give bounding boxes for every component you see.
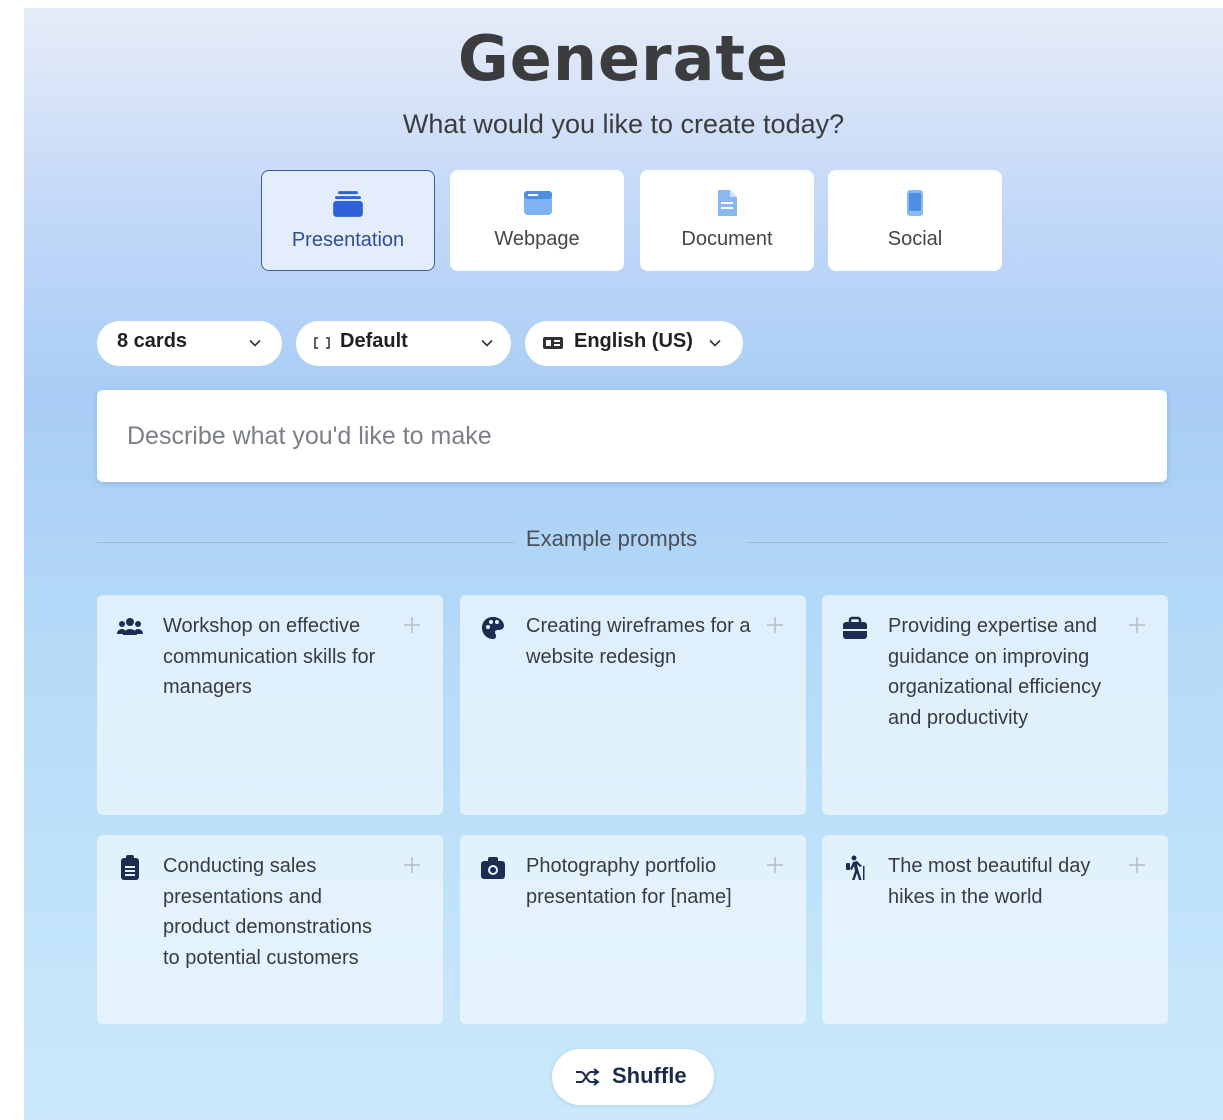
tab-presentation-label: Presentation (291, 229, 405, 251)
cards-count-dropdown[interactable]: 8 cards (97, 321, 282, 366)
example-card-text: The most beautiful day hikes in the worl… (888, 855, 1091, 908)
format-dropdown[interactable]: Default (296, 321, 511, 366)
example-card[interactable]: Conducting sales presentations and produ… (97, 835, 443, 1024)
briefcase-icon (843, 616, 867, 639)
palette-icon (482, 617, 504, 639)
chevron-down-icon (249, 339, 261, 347)
clipboard-icon (121, 855, 139, 880)
document-icon (718, 190, 737, 216)
example-prompts-heading: Example prompts (525, 526, 698, 551)
tab-document[interactable]: Document (640, 170, 814, 271)
example-card-text: Workshop on effective communication skil… (163, 615, 376, 698)
tab-social-label: Social (887, 228, 943, 250)
tab-webpage[interactable]: Webpage (450, 170, 624, 271)
page-subtitle: What would you like to create today? (402, 109, 845, 139)
example-card-text: Photography portfolio presentation for [… (526, 855, 732, 908)
webpage-icon (524, 191, 552, 215)
plus-icon[interactable] (766, 856, 784, 874)
aspect-ratio-icon (314, 337, 330, 349)
chevron-down-icon (481, 339, 493, 347)
presentation-icon (333, 191, 363, 217)
example-card[interactable]: Providing expertise and guidance on impr… (822, 595, 1168, 815)
format-value: Default (340, 330, 408, 352)
language-dropdown[interactable]: English (US) (525, 321, 743, 366)
camera-icon (481, 857, 505, 879)
example-card-text: Providing expertise and guidance on impr… (888, 615, 1102, 729)
language-icon (543, 337, 563, 349)
tab-webpage-label: Webpage (494, 228, 580, 250)
tab-document-label: Document (681, 228, 773, 250)
chevron-down-icon (709, 339, 721, 347)
generate-page: Generate What would you like to create t… (24, 8, 1223, 1120)
social-icon (907, 190, 923, 216)
cards-count-value: 8 cards (117, 330, 188, 352)
plus-icon[interactable] (1128, 616, 1146, 634)
shuffle-icon (576, 1068, 600, 1086)
example-card[interactable]: Creating wireframes for a website redesi… (460, 595, 806, 815)
example-card-text: Creating wireframes for a website redesi… (526, 615, 751, 668)
shuffle-label: Shuffle (612, 1063, 687, 1088)
prompt-input[interactable] (97, 390, 1167, 482)
example-card[interactable]: Photography portfolio presentation for [… (460, 835, 806, 1024)
language-value: English (US) (574, 330, 693, 352)
page-title: Generate (457, 22, 790, 95)
plus-icon[interactable] (766, 616, 784, 634)
example-card-text: Conducting sales presentations and produ… (163, 855, 373, 969)
tab-presentation[interactable]: Presentation (261, 170, 435, 271)
users-icon (117, 618, 143, 635)
hiking-icon (846, 855, 865, 880)
tab-social[interactable]: Social (828, 170, 1002, 271)
example-card[interactable]: Workshop on effective communication skil… (97, 595, 443, 815)
example-card[interactable]: The most beautiful day hikes in the worl… (822, 835, 1168, 1024)
plus-icon[interactable] (403, 616, 421, 634)
plus-icon[interactable] (403, 856, 421, 874)
shuffle-button[interactable]: Shuffle (552, 1049, 714, 1105)
plus-icon[interactable] (1128, 856, 1146, 874)
